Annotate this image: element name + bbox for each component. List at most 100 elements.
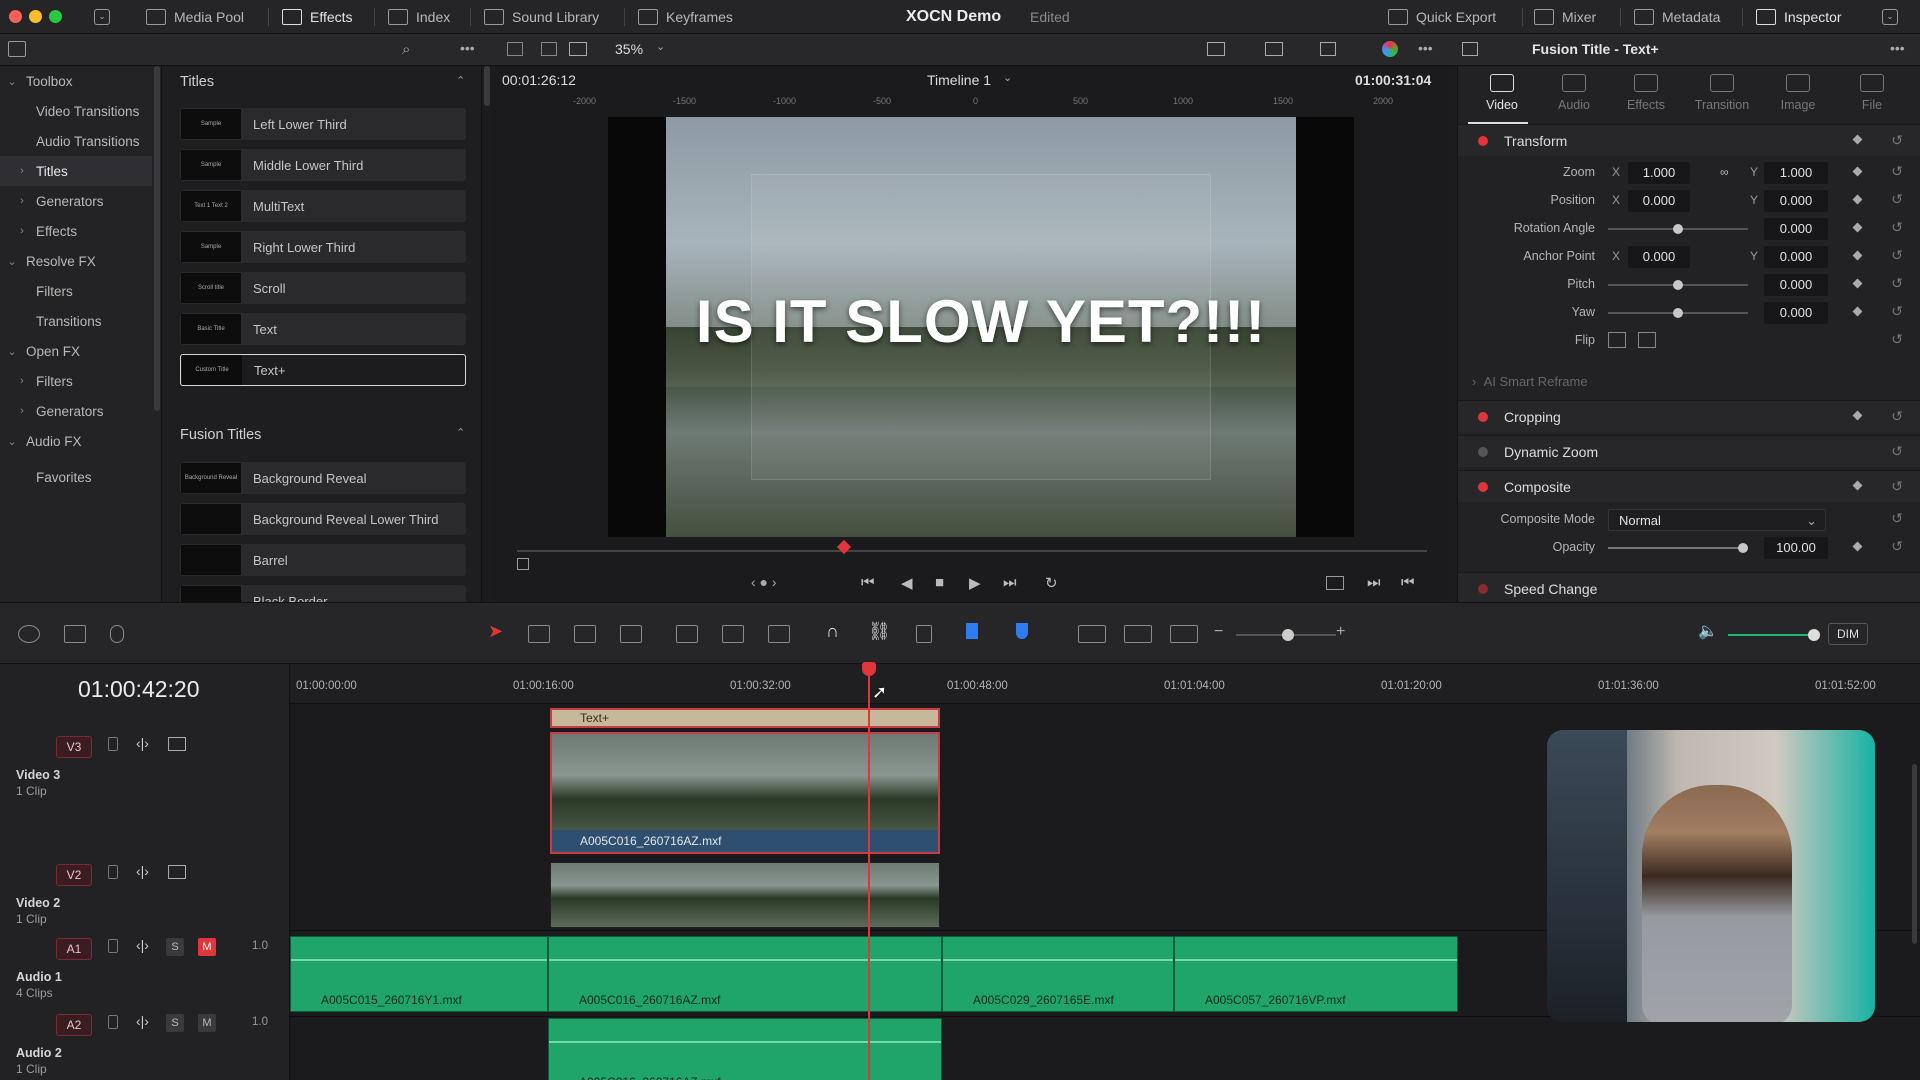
replace-clip-icon[interactable] [768,625,790,643]
track-a2-badge[interactable]: A2 [56,1014,92,1036]
keyframe-icon[interactable] [1852,278,1863,289]
dynamic-zoom-section[interactable]: Dynamic Zoom ↺ [1458,435,1920,467]
audio-clip[interactable]: A005C016_260716AZ.mxf [548,1018,942,1080]
reset-icon[interactable]: ↺ [1891,132,1903,149]
blade-tool-icon[interactable] [620,625,642,643]
chevron-down-icon[interactable]: ⌄ [1882,9,1898,25]
composite-mode-select[interactable]: Normal ⌄ [1608,509,1826,531]
chevron-right-icon[interactable]: › [14,225,30,237]
slider-knob[interactable] [1673,308,1683,318]
auto-select-icon[interactable]: ‹|› [136,937,149,953]
transform-section[interactable]: Transform ↺ [1458,124,1920,156]
video-frame[interactable]: IS IT SLOW YET?!!! [666,117,1296,537]
single-viewer-icon[interactable] [569,42,587,56]
zoom-in-icon[interactable]: + [1336,623,1345,641]
audio-clip[interactable]: A005C015_260716Y1.mxf [290,936,548,1012]
chevron-down-icon[interactable]: ⌄ [4,255,20,268]
auto-select-icon[interactable]: ‹|› [136,735,149,751]
reset-icon[interactable]: ↺ [1891,163,1903,180]
reset-icon[interactable]: ↺ [1891,408,1903,425]
reset-icon[interactable]: ↺ [1891,331,1903,348]
viewer-mode-icon[interactable] [541,42,557,56]
play-icon[interactable]: ▶ [969,574,981,592]
sound-library-tab[interactable]: Sound Library [484,0,599,34]
toolbox-item[interactable]: › Generators [0,396,152,426]
slider-knob[interactable] [1673,224,1683,234]
tab-audio[interactable]: Audio [1538,74,1610,112]
timeline-playhead[interactable] [868,664,870,1080]
pitch-slider[interactable] [1608,280,1748,290]
speed-change-section[interactable]: Speed Change [1458,572,1920,604]
flag-icon[interactable] [966,623,978,639]
crop-icon[interactable] [517,558,529,570]
go-to-start-icon[interactable]: ⏮ [861,574,875,591]
effect-item[interactable]: Sample Left Lower Third [180,108,466,140]
maximize-window-icon[interactable] [49,10,62,23]
jog-control-icon[interactable]: ‹ ● › [751,574,777,590]
track-visibility-icon[interactable] [168,737,186,751]
zoom-detail-icon[interactable] [1124,625,1152,643]
reset-icon[interactable]: ↺ [1891,275,1903,292]
snapping-icon[interactable]: ∩ [826,621,839,642]
link-icon[interactable]: ∞ [1720,165,1729,179]
toolbox-item[interactable]: Filters [0,276,152,306]
effect-item[interactable]: Scroll title Scroll [180,272,466,304]
sidebar-toggle-icon[interactable] [8,41,26,57]
effect-item[interactable]: Sample Right Lower Third [180,231,466,263]
viewer-scrub-bar[interactable] [517,550,1427,552]
auto-select-icon[interactable]: ‹|› [136,1013,149,1029]
yaw-slider[interactable] [1608,308,1748,318]
index-tab[interactable]: Index [388,0,450,34]
lock-icon[interactable] [108,939,118,953]
toolbox-item[interactable]: Transitions [0,306,152,336]
slider-knob[interactable] [1673,280,1683,290]
scrollbar[interactable] [1912,764,1917,944]
rotation-field[interactable]: 0.000 [1764,218,1828,240]
reset-icon[interactable]: ↺ [1891,191,1903,208]
position-lock-icon[interactable] [916,625,932,643]
keyframe-icon[interactable] [1852,306,1863,317]
microphone-icon[interactable] [110,625,124,643]
title-clip[interactable]: Text+ [550,708,940,728]
quality-icon[interactable] [1265,42,1283,56]
selection-tool-icon[interactable]: ➤ [488,621,503,642]
inspector-panel-icon[interactable] [1462,42,1478,56]
effect-item[interactable]: Custom Title Text+ [180,354,466,386]
trim-tool-icon[interactable] [528,625,550,643]
zoom-level[interactable]: 35% [615,41,643,57]
reset-icon[interactable]: ↺ [1891,510,1903,527]
toolbox-item[interactable]: ⌄ Toolbox [0,66,152,96]
zoom-out-icon[interactable]: − [1214,623,1223,641]
volume-icon[interactable]: 🔈 [1698,621,1718,641]
track-visibility-icon[interactable] [168,865,186,879]
keyframe-icon[interactable] [1852,194,1863,205]
slider-knob[interactable] [1808,629,1820,641]
zoom-custom-icon[interactable] [1170,625,1198,643]
next-edit-icon[interactable]: ⏭ [1367,574,1381,591]
reset-icon[interactable]: ↺ [1891,219,1903,236]
volume-slider[interactable] [1728,629,1820,641]
toolbox-item[interactable]: › Effects [0,216,152,246]
match-frame-icon[interactable] [1326,576,1344,590]
loop-icon[interactable]: ↻ [1045,574,1058,592]
enable-dot-icon[interactable] [1478,411,1488,422]
viewer-layout-icon[interactable] [507,42,523,56]
metadata-button[interactable]: Metadata [1634,0,1720,34]
solo-button[interactable]: S [166,1014,184,1032]
toolbox-item[interactable]: ⌄ Resolve FX [0,246,152,276]
previous-edit-icon[interactable]: ⏮ [1401,574,1415,591]
effect-item[interactable]: Text 1 Text 2 MultiText [180,190,466,222]
anchor-x-field[interactable]: 0.000 [1628,246,1690,268]
close-window-icon[interactable] [9,10,22,23]
audio-clip[interactable]: A005C057_260716VP.mxf [1174,936,1458,1012]
linked-selection-icon[interactable]: ⛓ [868,621,891,642]
effect-item[interactable]: Background Reveal Lower Third [180,503,466,535]
chevron-down-icon[interactable]: ⌄ [4,75,20,88]
chevron-down-icon[interactable]: ⌄ [1003,71,1012,84]
chevron-right-icon[interactable]: › [14,375,30,387]
track-v2-badge[interactable]: V2 [56,864,92,886]
chevron-right-icon[interactable]: › [14,195,30,207]
solo-button[interactable]: S [166,938,184,956]
toolbox-item[interactable]: Video Transitions [0,96,152,126]
track-v3-badge[interactable]: V3 [56,736,92,758]
